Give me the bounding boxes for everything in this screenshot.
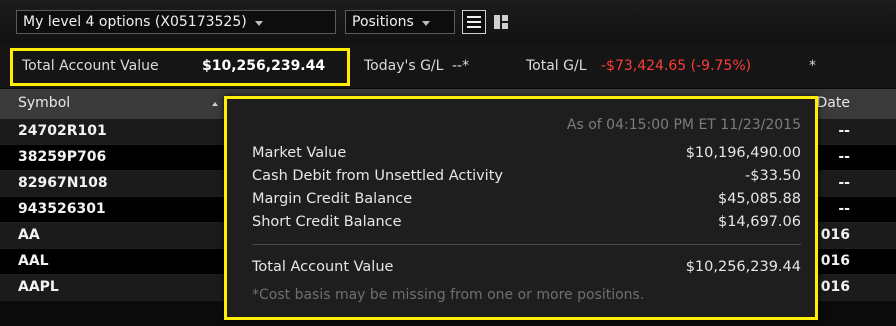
chevron-down-icon (421, 20, 430, 26)
symbol-cell: AAL (18, 253, 49, 269)
view-select-label: Positions (352, 14, 414, 30)
divider (252, 244, 801, 245)
market-value-row: Market Value $10,196,490.00 (252, 145, 801, 165)
short-credit-value: $14,697.06 (717, 214, 801, 230)
tile-view-icon (494, 15, 508, 29)
total-gl-asterisk: * (809, 58, 816, 74)
cash-debit-row: Cash Debit from Unsettled Activity -$33.… (252, 168, 801, 188)
todays-gl-label: Today's G/L (364, 58, 444, 74)
as-of-timestamp: As of 04:15:00 PM ET 11/23/2015 (566, 117, 801, 133)
chevron-down-icon (254, 20, 263, 26)
cost-basis-note: *Cost basis may be missing from one or m… (252, 287, 645, 303)
date-cell: -- (838, 201, 850, 217)
margin-credit-label: Margin Credit Balance (252, 191, 413, 207)
popup-total-value: $10,256,239.44 (685, 259, 801, 275)
margin-credit-row: Margin Credit Balance $45,085.88 (252, 191, 801, 211)
symbol-cell: 38259P706 (18, 149, 107, 165)
date-cell: 016 (820, 253, 850, 269)
symbol-cell: 943526301 (18, 201, 106, 217)
tile-view-button[interactable] (489, 10, 513, 34)
total-account-value-row: Total Account Value $10,256,239.44 (252, 259, 801, 279)
symbol-cell: 82967N108 (18, 175, 108, 191)
view-select[interactable]: Positions (345, 10, 455, 34)
date-cell: -- (838, 149, 850, 165)
sort-ascending-icon (212, 102, 218, 106)
market-value: $10,196,490.00 (685, 145, 801, 161)
popup-total-label: Total Account Value (252, 259, 394, 275)
date-cell: -- (838, 175, 850, 191)
symbol-cell: 24702R101 (18, 123, 107, 139)
cash-debit-value: -$33.50 (745, 168, 801, 184)
date-cell: 016 (820, 279, 850, 295)
total-gl-value: -$73,424.65 (-9.75%) (601, 58, 752, 74)
date-cell: -- (838, 123, 850, 139)
date-column-header[interactable]: Date (817, 95, 850, 111)
symbol-cell: AA (18, 227, 40, 243)
market-value-label: Market Value (252, 145, 347, 161)
toolbar: My level 4 options (X05173525) Positions (0, 0, 896, 45)
account-value-tooltip: As of 04:15:00 PM ET 11/23/2015 Market V… (224, 96, 818, 320)
symbol-cell: AAPL (18, 279, 59, 295)
total-account-value-highlight (10, 48, 350, 86)
total-gl-label: Total G/L (526, 58, 587, 74)
date-cell: 016 (820, 227, 850, 243)
account-select[interactable]: My level 4 options (X05173525) (16, 10, 336, 34)
cash-debit-label: Cash Debit from Unsettled Activity (252, 168, 503, 184)
list-view-icon (467, 16, 481, 28)
short-credit-label: Short Credit Balance (252, 214, 402, 230)
short-credit-row: Short Credit Balance $14,697.06 (252, 214, 801, 234)
account-select-label: My level 4 options (X05173525) (23, 14, 247, 30)
list-view-button[interactable] (462, 10, 486, 34)
symbol-column-header[interactable]: Symbol (18, 95, 70, 111)
todays-gl-value: --* (452, 58, 470, 74)
margin-credit-value: $45,085.88 (717, 191, 801, 207)
